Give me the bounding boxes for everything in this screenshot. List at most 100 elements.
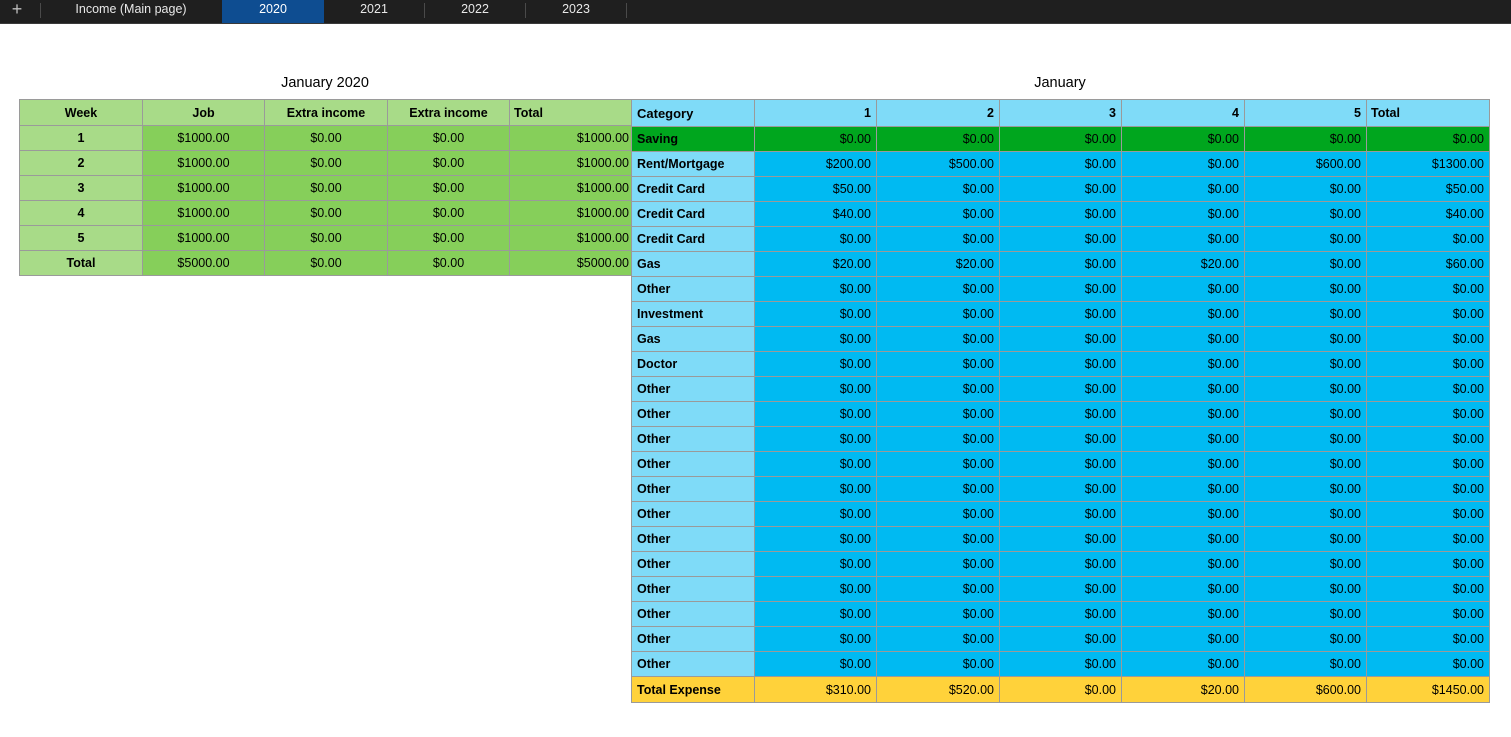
expense-cell[interactable]: $0.00 [1244, 576, 1367, 602]
expense-cell[interactable]: $0.00 [999, 176, 1122, 202]
income-cell[interactable]: $1000.00 [142, 125, 265, 151]
expense-cell[interactable]: $0.00 [1121, 451, 1245, 477]
income-cell[interactable]: $1000.00 [142, 175, 265, 201]
expense-cell[interactable]: $0.00 [876, 276, 1000, 302]
expense-category-cell[interactable]: Rent/Mortgage [631, 151, 755, 177]
expense-cell[interactable]: $0.00 [754, 376, 877, 402]
expense-cell[interactable]: $0.00 [754, 626, 877, 652]
expense-cell[interactable]: $0.00 [876, 176, 1000, 202]
expense-cell[interactable]: $0.00 [754, 226, 877, 252]
expense-cell[interactable]: $0.00 [876, 401, 1000, 427]
income-header-cell[interactable]: Total [509, 99, 632, 126]
expense-cell[interactable]: $0.00 [1366, 476, 1490, 502]
expense-cell[interactable]: $0.00 [754, 401, 877, 427]
tab-2021[interactable]: 2021 [324, 0, 424, 23]
expense-cell[interactable]: $0.00 [754, 476, 877, 502]
expense-category-cell[interactable]: Investment [631, 301, 755, 327]
expense-category-cell[interactable]: Other [631, 501, 755, 527]
expense-cell[interactable]: $0.00 [1244, 201, 1367, 227]
income-cell[interactable]: $0.00 [387, 150, 510, 176]
expense-cell[interactable]: $0.00 [876, 626, 1000, 652]
expense-cell[interactable]: $600.00 [1244, 151, 1367, 177]
expense-cell[interactable]: $0.00 [754, 276, 877, 302]
expense-cell[interactable]: $0.00 [754, 526, 877, 552]
expense-cell[interactable]: $0.00 [1244, 476, 1367, 502]
expense-cell[interactable]: $0.00 [1121, 501, 1245, 527]
expense-cell[interactable]: $0.00 [1244, 526, 1367, 552]
income-cell[interactable]: $1000.00 [509, 125, 632, 151]
expense-cell[interactable]: $0.00 [999, 626, 1122, 652]
expense-total-cell[interactable]: $0.00 [999, 676, 1122, 703]
income-cell[interactable]: $1000.00 [509, 225, 632, 251]
income-header-cell[interactable]: Job [142, 99, 265, 126]
expense-header-cell[interactable]: 2 [876, 99, 1000, 127]
expense-cell[interactable]: $0.00 [999, 651, 1122, 677]
expense-cell[interactable]: $0.00 [1244, 276, 1367, 302]
income-cell[interactable]: $0.00 [387, 175, 510, 201]
income-cell[interactable]: $0.00 [264, 175, 388, 201]
expense-cell[interactable]: $0.00 [1366, 576, 1490, 602]
expense-cell[interactable]: $0.00 [1121, 426, 1245, 452]
expense-cell[interactable]: $0.00 [1244, 126, 1367, 152]
expense-cell[interactable]: $0.00 [1366, 401, 1490, 427]
income-header-cell[interactable]: Extra income [387, 99, 510, 126]
expense-cell[interactable]: $0.00 [1366, 651, 1490, 677]
expense-cell[interactable]: $0.00 [999, 451, 1122, 477]
expense-cell[interactable]: $0.00 [1366, 526, 1490, 552]
expense-cell[interactable]: $0.00 [999, 551, 1122, 577]
tab-2023[interactable]: 2023 [526, 0, 626, 23]
expense-cell[interactable]: $0.00 [876, 651, 1000, 677]
add-sheet-button[interactable]: + [0, 0, 34, 23]
income-cell[interactable]: $5000.00 [142, 250, 265, 276]
expense-cell[interactable]: $0.00 [754, 651, 877, 677]
expense-cell[interactable]: $0.00 [999, 401, 1122, 427]
expense-cell[interactable]: $0.00 [754, 301, 877, 327]
income-cell[interactable]: $5000.00 [509, 250, 632, 276]
income-cell[interactable]: $0.00 [264, 250, 388, 276]
expense-cell[interactable]: $0.00 [1244, 451, 1367, 477]
expense-cell[interactable]: $0.00 [754, 601, 877, 627]
expense-cell[interactable]: $0.00 [1121, 651, 1245, 677]
expense-cell[interactable]: $0.00 [1366, 451, 1490, 477]
expense-cell[interactable]: $0.00 [1366, 276, 1490, 302]
expense-cell[interactable]: $0.00 [754, 351, 877, 377]
expense-cell[interactable]: $0.00 [876, 201, 1000, 227]
expense-category-cell[interactable]: Other [631, 476, 755, 502]
expense-cell[interactable]: $20.00 [754, 251, 877, 277]
expense-category-cell[interactable]: Other [631, 551, 755, 577]
expense-category-cell[interactable]: Other [631, 601, 755, 627]
income-header-cell[interactable]: Extra income [264, 99, 388, 126]
expense-cell[interactable]: $0.00 [1121, 626, 1245, 652]
expense-total-cell[interactable]: $1450.00 [1366, 676, 1490, 703]
expense-category-cell[interactable]: Other [631, 276, 755, 302]
income-cell[interactable]: $1000.00 [142, 200, 265, 226]
expense-total-cell[interactable]: $600.00 [1244, 676, 1367, 703]
expense-cell[interactable]: $500.00 [876, 151, 1000, 177]
expense-header-cell[interactable]: 5 [1244, 99, 1367, 127]
expense-cell[interactable]: $0.00 [1121, 226, 1245, 252]
expense-cell[interactable]: $0.00 [1121, 551, 1245, 577]
expense-cell[interactable]: $50.00 [1366, 176, 1490, 202]
expense-cell[interactable]: $0.00 [1244, 601, 1367, 627]
expense-cell[interactable]: $0.00 [1121, 151, 1245, 177]
expense-total-label[interactable]: Total Expense [631, 676, 755, 703]
expense-cell[interactable]: $0.00 [1366, 501, 1490, 527]
expense-header-cell[interactable]: Category [631, 99, 755, 127]
expense-category-cell[interactable]: Other [631, 626, 755, 652]
expense-cell[interactable]: $0.00 [999, 151, 1122, 177]
expense-cell[interactable]: $0.00 [1366, 551, 1490, 577]
expense-cell[interactable]: $0.00 [876, 501, 1000, 527]
expense-cell[interactable]: $0.00 [999, 126, 1122, 152]
income-cell[interactable]: $0.00 [264, 125, 388, 151]
expense-category-cell[interactable]: Other [631, 401, 755, 427]
expense-cell[interactable]: $0.00 [1121, 326, 1245, 352]
expense-cell[interactable]: $0.00 [1366, 126, 1490, 152]
expense-cell[interactable]: $0.00 [876, 476, 1000, 502]
expense-cell[interactable]: $200.00 [754, 151, 877, 177]
expense-total-cell[interactable]: $310.00 [754, 676, 877, 703]
income-cell[interactable]: $0.00 [264, 150, 388, 176]
income-cell[interactable]: 5 [19, 225, 143, 251]
income-cell[interactable]: $0.00 [264, 200, 388, 226]
expense-category-cell[interactable]: Other [631, 576, 755, 602]
expense-cell[interactable]: $0.00 [1244, 626, 1367, 652]
